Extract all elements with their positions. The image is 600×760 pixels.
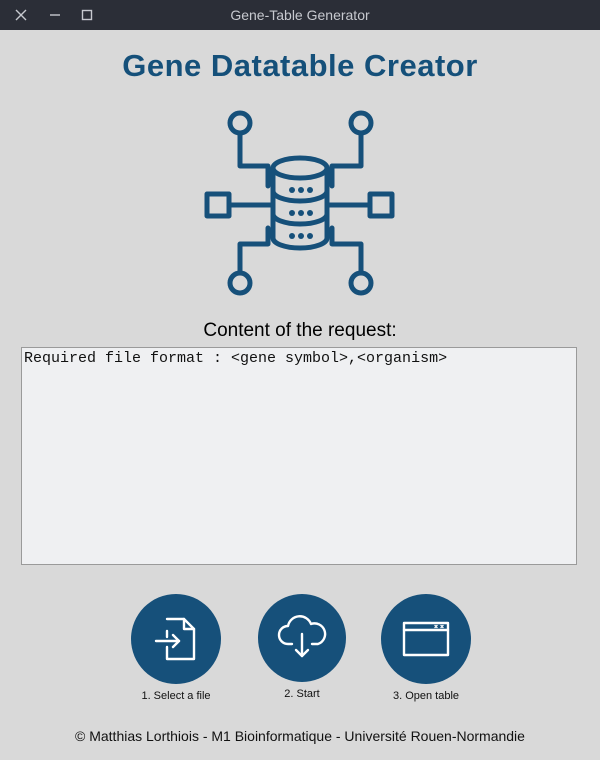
open-table-label: 3. Open table [392, 690, 460, 702]
app-title: Gene Datatable Creator [122, 48, 478, 83]
footer-credit: © Matthias Lorthiois - M1 Bioinformatiqu… [75, 728, 525, 744]
database-network-icon [200, 106, 400, 303]
file-import-icon [154, 617, 196, 661]
window-titlebar: Gene-Table Generator [0, 0, 600, 30]
select-file-label: 1. Select a file [141, 690, 211, 702]
start-button[interactable] [258, 594, 346, 682]
window-title: Gene-Table Generator [230, 7, 370, 23]
open-table-action: 3. Open table [366, 594, 486, 702]
request-label: Content of the request: [203, 320, 397, 341]
window-icon [402, 621, 450, 657]
start-action: 2. Start [242, 594, 362, 700]
select-file-button[interactable] [131, 594, 221, 684]
open-table-button[interactable] [381, 594, 471, 684]
start-label: 2. Start [284, 688, 320, 700]
request-textarea[interactable]: Required file format : <gene symbol>,<or… [21, 347, 577, 565]
cloud-download-icon [277, 615, 327, 658]
select-file-action: 1. Select a file [116, 594, 236, 702]
